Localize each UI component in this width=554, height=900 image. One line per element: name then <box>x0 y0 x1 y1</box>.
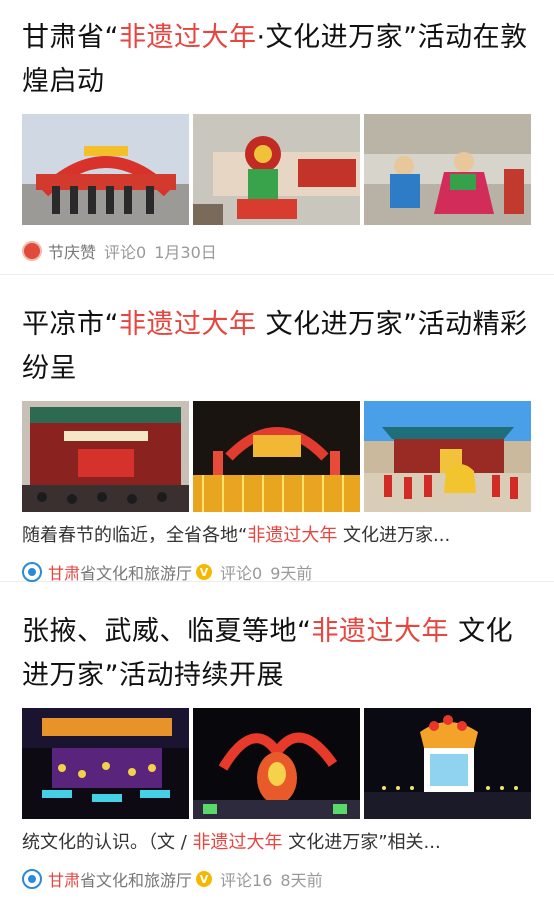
news-thumbnail[interactable] <box>364 114 531 225</box>
verified-badge-icon: V <box>196 871 213 887</box>
publish-time: 1月30日 <box>154 243 217 262</box>
thumbnail-row[interactable] <box>22 708 532 819</box>
comment-count: 评论0 <box>104 243 147 262</box>
news-item[interactable]: 甘肃省“非遗过大年·文化进万家”活动在敦煌启动 节庆赞 评论0 1月30日 <box>0 0 554 274</box>
news-title[interactable]: 甘肃省“非遗过大年·文化进万家”活动在敦煌启动 <box>22 16 532 104</box>
source-avatar-icon[interactable] <box>22 869 42 889</box>
keyword-highlight: 非遗过大年 <box>247 525 338 546</box>
publish-time: 9天前 <box>270 564 313 583</box>
source-name[interactable]: 节庆赞 <box>48 239 96 263</box>
comment-count: 评论16 <box>220 871 273 890</box>
source-avatar-icon[interactable] <box>22 241 42 261</box>
source-name[interactable]: 甘肃省文化和旅游厅 <box>48 867 192 891</box>
news-thumbnail[interactable] <box>193 708 360 819</box>
news-item[interactable]: 张掖、武威、临夏等地“非遗过大年 文化进万家”活动持续开展 统文化的认识。（文 … <box>0 581 554 900</box>
keyword-highlight: 非遗过大年 <box>311 616 449 647</box>
news-thumbnail[interactable] <box>22 708 189 819</box>
verified-badge-icon: V <box>196 564 213 580</box>
news-meta: 节庆赞 评论0 1月30日 <box>22 239 532 263</box>
source-avatar-icon[interactable] <box>22 562 42 582</box>
source-name[interactable]: 甘肃省文化和旅游厅 <box>48 560 192 584</box>
thumbnail-row[interactable] <box>22 401 532 512</box>
news-thumbnail[interactable] <box>193 401 360 512</box>
keyword-highlight: 非遗过大年 <box>119 309 257 340</box>
news-thumbnail[interactable] <box>364 708 531 819</box>
news-meta: 甘肃省文化和旅游厅 V 评论16 8天前 <box>22 867 532 891</box>
news-thumbnail[interactable] <box>22 401 189 512</box>
keyword-highlight: 非遗过大年 <box>119 22 257 53</box>
thumbnail-row[interactable] <box>22 114 532 225</box>
news-feed: 甘肃省“非遗过大年·文化进万家”活动在敦煌启动 节庆赞 评论0 1月30日 平凉… <box>0 0 554 900</box>
comment-count: 评论0 <box>220 564 263 583</box>
news-title[interactable]: 平凉市“非遗过大年 文化进万家”活动精彩纷呈 <box>22 303 532 391</box>
news-snippet: 随着春节的临近，全省各地“非遗过大年 文化进万家... <box>22 525 451 546</box>
news-title[interactable]: 张掖、武威、临夏等地“非遗过大年 文化进万家”活动持续开展 <box>22 610 532 698</box>
keyword-highlight: 非遗过大年 <box>192 832 283 853</box>
news-snippet: 统文化的认识。（文 / 非遗过大年 文化进万家”相关... <box>22 832 441 853</box>
news-thumbnail[interactable] <box>364 401 531 512</box>
news-thumbnail[interactable] <box>22 114 189 225</box>
news-thumbnail[interactable] <box>193 114 360 225</box>
publish-time: 8天前 <box>280 871 323 890</box>
news-item[interactable]: 平凉市“非遗过大年 文化进万家”活动精彩纷呈 随着春节的临近，全省各地“非遗过大… <box>0 274 554 584</box>
